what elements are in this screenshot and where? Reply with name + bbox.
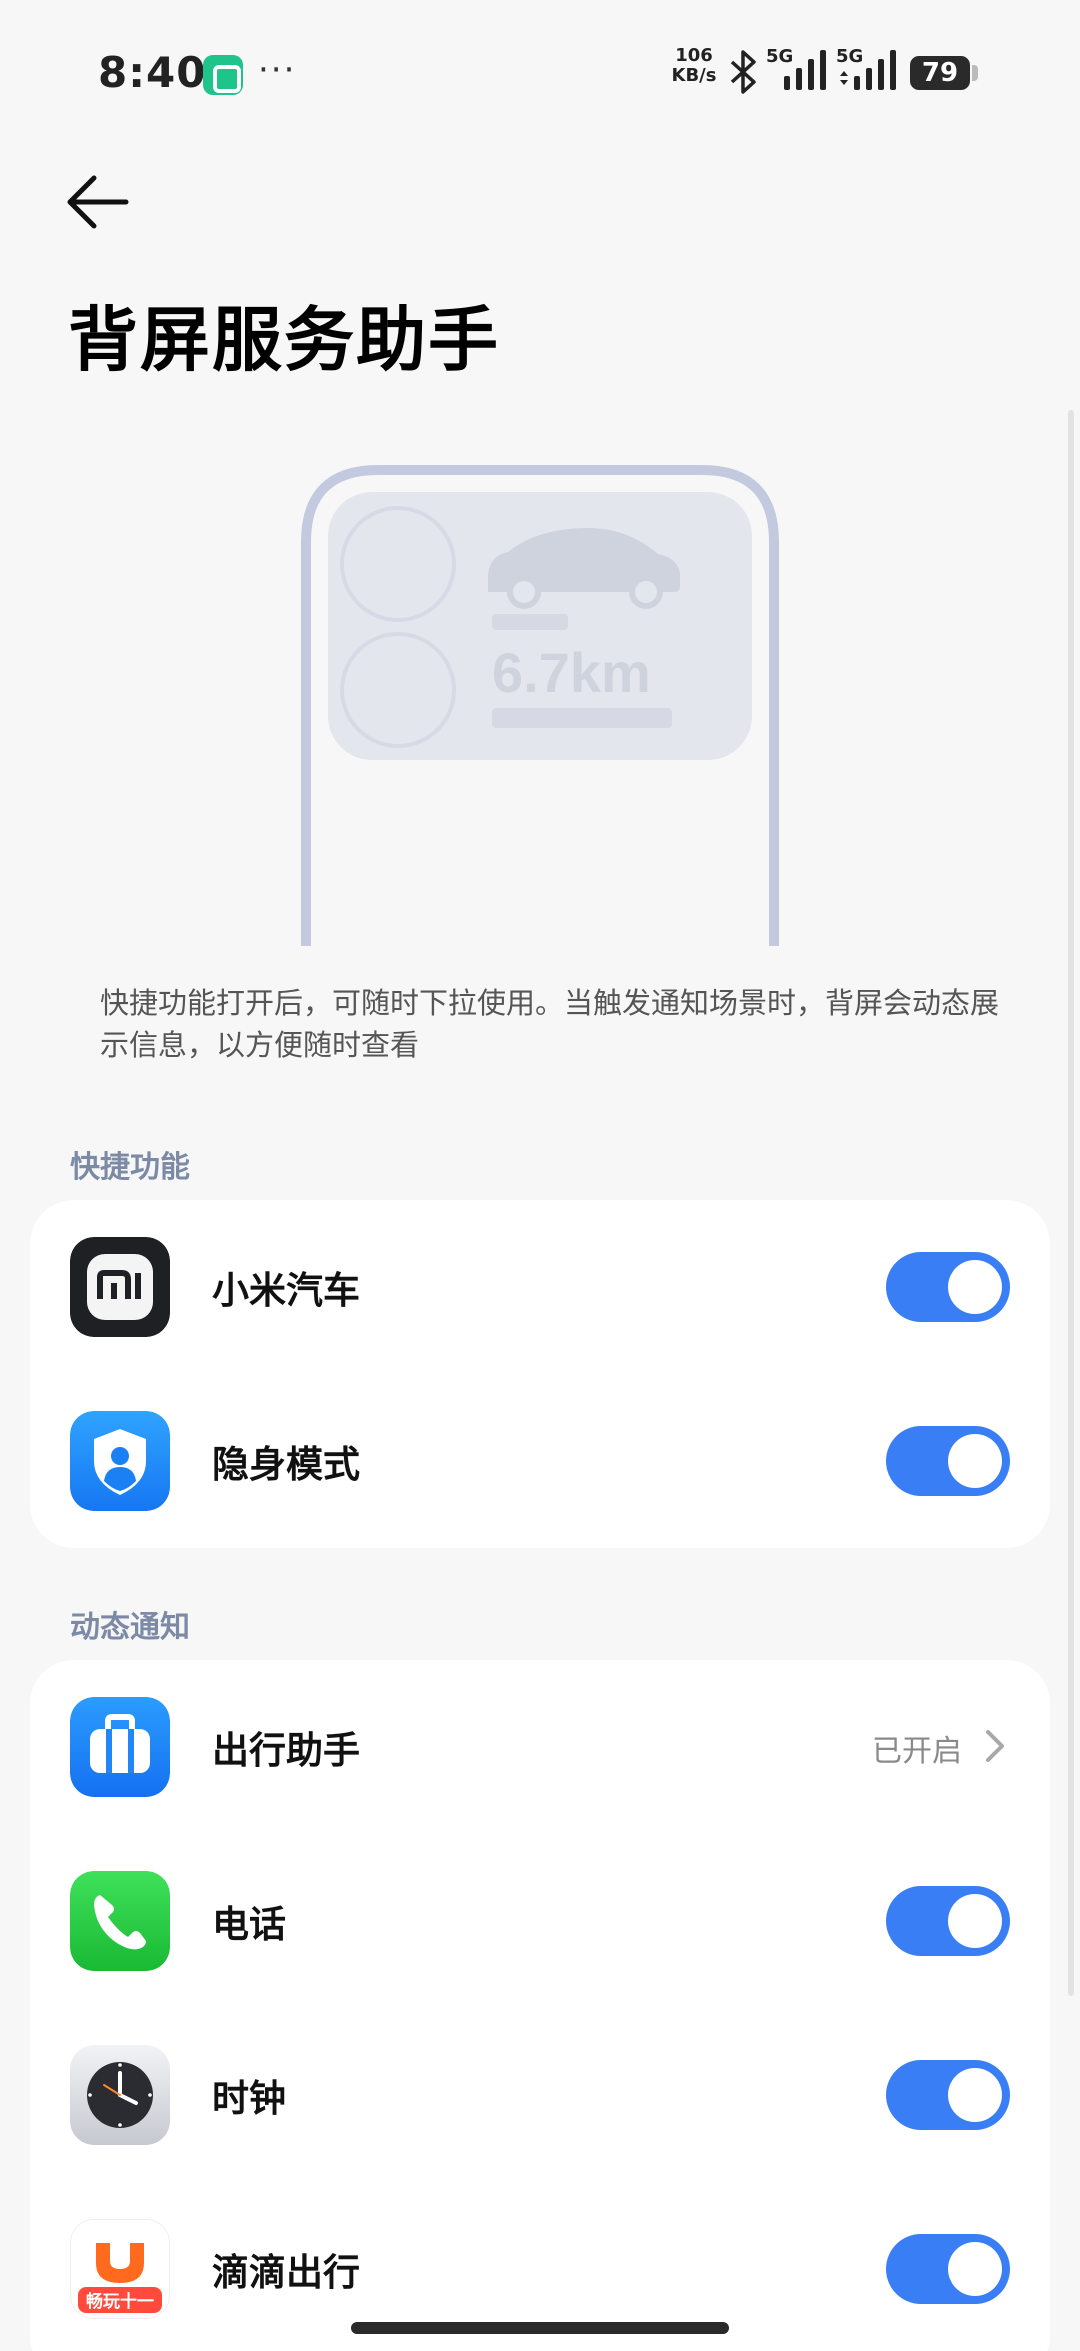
incognito-mode-toggle[interactable]: [886, 1426, 1010, 1496]
page-title: 背屏服务助手: [68, 299, 500, 381]
feature-description: 快捷功能打开后，可随时下拉使用。当触发通知场景时，背屏会动态展示信息，以方便随时…: [100, 986, 1000, 1062]
network-speed-unit: KB/s: [671, 65, 717, 86]
sim2-signal-icon: 5G: [836, 46, 902, 96]
list-item-label: 电话: [212, 1903, 286, 1946]
list-item-incognito-mode[interactable]: 隐身模式: [30, 1374, 1050, 1548]
sim2-network-type: 5G: [836, 46, 864, 67]
home-indicator[interactable]: [351, 2322, 729, 2334]
chevron-right-icon: [986, 1730, 1004, 1762]
list-item-xiaomi-car[interactable]: 小米汽车: [30, 1200, 1050, 1374]
toggle-knob: [948, 1894, 1002, 1948]
section-title-quick-functions: 快捷功能: [70, 1150, 190, 1185]
battery-level: 79: [910, 56, 970, 90]
battery-tip: [972, 65, 978, 81]
status-bar: 8:40 ··· 106 KB/s 5G 5G 79: [0, 0, 1080, 150]
network-speed: 106 KB/s: [668, 46, 720, 86]
clock-toggle[interactable]: [886, 2060, 1010, 2130]
didi-toggle[interactable]: [886, 2234, 1010, 2304]
didi-badge-text: 畅玩十一: [86, 2291, 154, 2312]
list-item-travel-assistant[interactable]: 出行助手 已开启: [30, 1660, 1050, 1834]
phone-toggle[interactable]: [886, 1886, 1010, 1956]
list-item-label: 时钟: [212, 2077, 286, 2120]
scrollbar[interactable]: [1068, 410, 1074, 1996]
back-button[interactable]: [60, 168, 140, 238]
toggle-knob: [948, 1434, 1002, 1488]
travel-assistant-icon: [70, 1697, 170, 1797]
sim1-signal-icon: 5G: [766, 46, 832, 96]
list-item-phone[interactable]: 电话: [30, 1834, 1050, 2008]
quick-functions-card: 小米汽车 隐身模式: [30, 1200, 1050, 1548]
list-item-label: 小米汽车: [212, 1269, 360, 1312]
list-item-label: 滴滴出行: [212, 2251, 360, 2294]
didi-icon: 畅玩十一: [70, 2219, 170, 2319]
toggle-knob: [948, 1260, 1002, 1314]
mijia-notification-icon: [203, 55, 243, 95]
xiaomi-car-toggle[interactable]: [886, 1252, 1010, 1322]
phone-icon: [70, 1871, 170, 1971]
sim1-network-type: 5G: [766, 46, 794, 67]
toggle-knob: [948, 2242, 1002, 2296]
xiaomi-car-icon: [70, 1237, 170, 1337]
incognito-shield-icon: [70, 1411, 170, 1511]
status-time: 8:40: [98, 48, 207, 97]
list-item-label: 出行助手: [212, 1729, 360, 1772]
list-item-clock[interactable]: 时钟: [30, 2008, 1050, 2182]
toggle-knob: [948, 2068, 1002, 2122]
list-item-label: 隐身模式: [212, 1443, 360, 1486]
dynamic-notifications-card: 出行助手 已开启 电话 时钟 畅玩十一 滴滴出行: [30, 1660, 1050, 2351]
illustration-distance-text: 6.7km: [492, 641, 651, 704]
status-text: 已开启: [872, 1734, 962, 1769]
back-screen-illustration: 6.7km: [301, 465, 779, 946]
clock-icon: [70, 2045, 170, 2145]
section-title-dynamic-notifications: 动态通知: [70, 1610, 190, 1645]
bluetooth-icon: [730, 50, 756, 94]
more-notifications-icon: ···: [258, 50, 297, 90]
back-arrow-icon: [67, 175, 129, 229]
network-speed-value: 106: [675, 45, 713, 66]
